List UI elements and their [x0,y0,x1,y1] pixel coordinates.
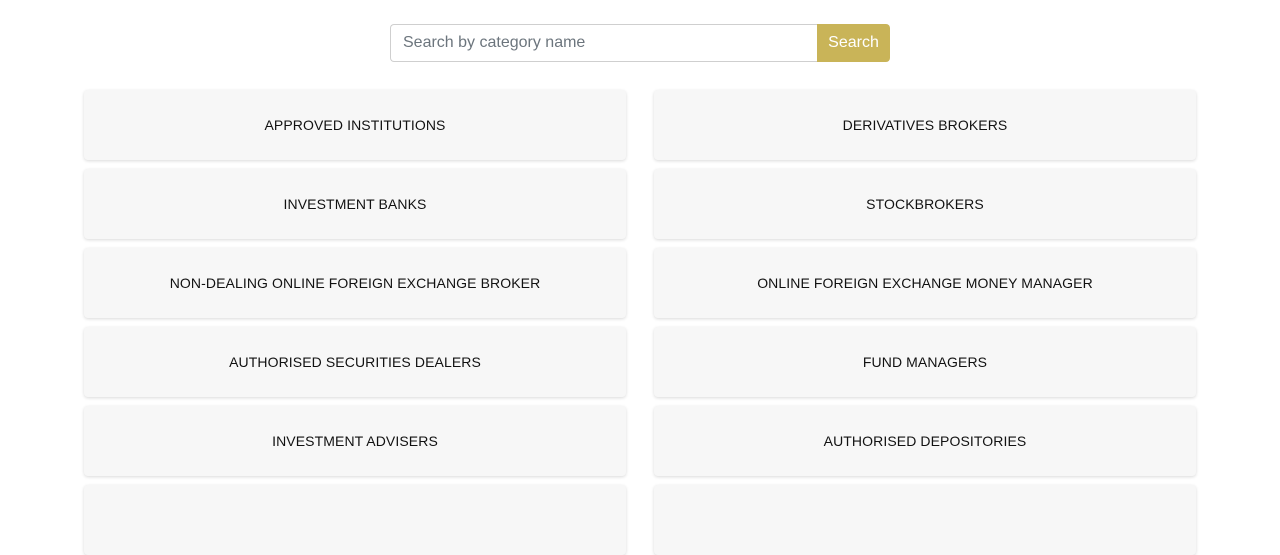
category-card-non-dealing-online-fx-broker[interactable]: NON-DEALING ONLINE FOREIGN EXCHANGE BROK… [84,248,626,318]
category-card-authorised-depositories[interactable]: AUTHORISED DEPOSITORIES [654,406,1196,476]
category-label: FUND MANAGERS [862,354,988,370]
category-label: ONLINE FOREIGN EXCHANGE MONEY MANAGER [757,275,1093,291]
category-label: INVESTMENT BANKS [283,196,427,212]
category-card-fund-managers[interactable]: FUND MANAGERS [654,327,1196,397]
category-card-stockbrokers[interactable]: STOCKBROKERS [654,169,1196,239]
category-card-approved-institutions[interactable]: APPROVED INSTITUTIONS [84,90,626,160]
category-label: NON-DEALING ONLINE FOREIGN EXCHANGE BROK… [169,275,541,291]
category-label: STOCKBROKERS [866,196,984,212]
search-bar: Search [390,24,890,62]
category-card-partial[interactable] [654,485,1196,555]
category-card-authorised-securities-dealers[interactable]: AUTHORISED SECURITIES DEALERS [84,327,626,397]
category-label: AUTHORISED DEPOSITORIES [823,433,1027,449]
category-card-derivatives-brokers[interactable]: DERIVATIVES BROKERS [654,90,1196,160]
category-card-online-fx-money-manager[interactable]: ONLINE FOREIGN EXCHANGE MONEY MANAGER [654,248,1196,318]
category-label: INVESTMENT ADVISERS [272,433,438,449]
category-label: APPROVED INSTITUTIONS [264,117,446,133]
category-grid: APPROVED INSTITUTIONS DERIVATIVES BROKER… [84,90,1196,555]
category-card-partial[interactable] [84,485,626,555]
search-input[interactable] [390,24,817,62]
category-label: AUTHORISED SECURITIES DEALERS [229,354,481,370]
category-card-investment-banks[interactable]: INVESTMENT BANKS [84,169,626,239]
category-label: DERIVATIVES BROKERS [842,117,1008,133]
category-card-investment-advisers[interactable]: INVESTMENT ADVISERS [84,406,626,476]
search-button[interactable]: Search [817,24,890,62]
